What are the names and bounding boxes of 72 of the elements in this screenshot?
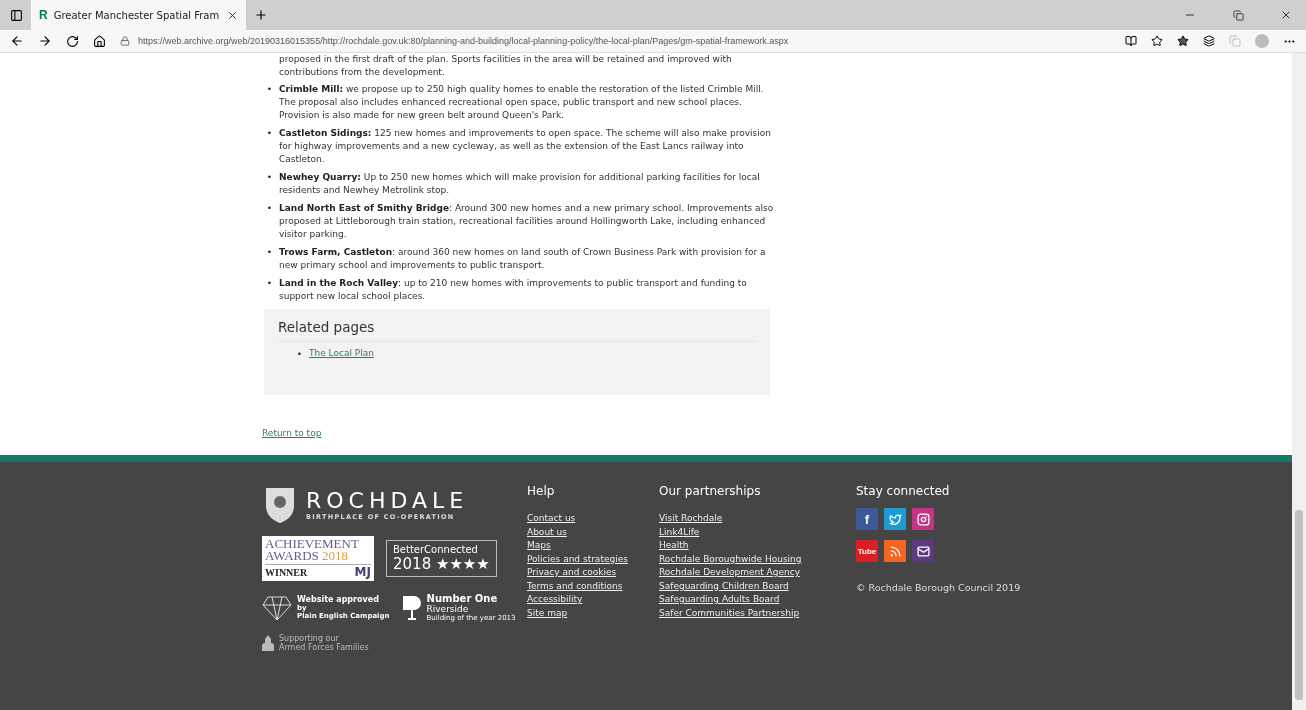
refresh-icon[interactable] [66, 34, 79, 48]
diamond-icon [262, 594, 292, 621]
list-item: Crimble Mill: we propose up to 250 high quality homes to enable the restoration of the listed Crimble Mill. The proposal also includes enhanced recreational open space, public transport and new school places. Provision is also made for new green belt around Queen's Park. [279, 83, 765, 122]
bullet: • [265, 171, 272, 184]
rss-icon[interactable] [884, 540, 906, 562]
panel-heading: Related pages [278, 319, 756, 342]
footer-heading: Help [527, 484, 556, 498]
camera-icon[interactable] [912, 508, 934, 530]
collections-icon[interactable] [1203, 35, 1215, 47]
footer-link[interactable]: Maps [527, 539, 659, 553]
badge-text: Riverside [426, 604, 470, 614]
bullet: • [265, 127, 272, 140]
star-icon[interactable] [1151, 35, 1163, 47]
plant-logo-icon [401, 594, 422, 621]
footer-link[interactable]: Site map [527, 606, 659, 620]
new-tab-icon[interactable] [254, 8, 268, 22]
bird-icon[interactable] [884, 508, 906, 530]
footer-heading: Our partnerships [659, 484, 762, 498]
tab-actions-icon[interactable] [10, 8, 23, 22]
close-icon[interactable] [1280, 9, 1292, 21]
f-letter-icon[interactable]: f [856, 508, 878, 530]
badge-title: Number One [426, 593, 499, 604]
reader-icon[interactable] [1125, 35, 1137, 47]
crest-icon [262, 634, 274, 652]
list-item: Land North East of Smithy Bridge: Around 300 new homes and a new primary school. Improvements also proposed at Littleborough train station, recreational facilities around Hollingworth Lake, including enhanced visitor parking. [279, 202, 775, 241]
bullet: • [265, 202, 272, 215]
footer-link[interactable]: Rochdale Development Agency [659, 566, 856, 580]
tube-icon[interactable]: Tube [856, 540, 878, 562]
copyright-text: © Rochdale Borough Council 2019 [856, 582, 1022, 593]
badge-text: Armed Forces Families [279, 643, 369, 652]
envelope-icon[interactable] [912, 540, 934, 562]
bullet: • [265, 83, 272, 96]
footer-link[interactable]: Accessibility [527, 593, 659, 607]
list-item: Newhey Quarry: Up to 250 new homes which will make provision for additional parking facilities for local residents and Newhey Metrolink stop. [279, 171, 761, 197]
restore-icon[interactable] [1232, 9, 1244, 21]
award-badge: BetterConnected 2018 ★★★★ [386, 540, 497, 577]
bullet: • [295, 348, 302, 361]
footer-link[interactable]: Safeguarding Children Board [659, 579, 856, 593]
footer-link[interactable]: Link4Life [659, 525, 856, 539]
footer-heading: Stay connected [856, 484, 951, 498]
return-link[interactable]: Return to top [262, 428, 322, 438]
lock-icon [120, 36, 130, 46]
list-item: Land in the Roch Valley: up to 210 new homes with improvements to public transport and funding to support new local school places. [279, 277, 748, 303]
badge-title: Website approved [297, 595, 380, 604]
back-icon[interactable] [10, 34, 24, 48]
footer-link[interactable]: Safer Communities Partnership [659, 606, 856, 620]
footer-link[interactable]: About us [527, 525, 659, 539]
bullet: • [265, 277, 272, 290]
footer-link[interactable]: Health [659, 539, 856, 553]
brand-name: ROCHDALE [306, 487, 469, 513]
footer-link[interactable]: Contact us [527, 512, 659, 526]
home-icon[interactable] [93, 34, 106, 48]
footer-link[interactable]: Terms and conditions [527, 579, 659, 593]
footer-link[interactable]: Rochdale Boroughwide Housing [659, 552, 856, 566]
list-item: Castleton Sidings: 125 new homes and improvements to open space. The scheme will also make provision for highway improvements and a new cycleway, as well as the extension of the East Lancs railway into Castleton. [279, 127, 772, 166]
award-badge: ACHIEVEMENT AWARDS 2018 WINNER MJ [262, 536, 374, 581]
footer-link[interactable]: Policies and strategies [527, 552, 659, 566]
forward-icon[interactable] [38, 34, 52, 48]
body-text: proposed in the first draft of the plan. Sports facilities in the area will be retained and improved with contributions from the development. [279, 53, 733, 79]
favorites-icon[interactable] [1177, 35, 1189, 47]
list-item: Trows Farm, Castleton: around 360 new homes on land south of Crown Business Park with provision for a new primary school and improvements to public transport. [279, 246, 767, 272]
browser-tab[interactable]: R Greater Manchester Spatial Fram [31, 0, 246, 30]
scrollbar-thumb[interactable] [1295, 510, 1303, 700]
scrollbar[interactable] [1292, 53, 1306, 710]
badge-text: Supporting our [279, 634, 339, 643]
related-link[interactable]: The Local Plan [309, 348, 374, 361]
footer-link[interactable]: Visit Rochdale [659, 512, 856, 526]
site-favicon: R [39, 8, 48, 22]
footer-link[interactable]: Safeguarding Adults Board [659, 593, 856, 607]
bullet: • [265, 246, 272, 259]
close-icon[interactable] [227, 9, 238, 21]
footer-link[interactable]: Privacy and cookies [527, 566, 659, 580]
